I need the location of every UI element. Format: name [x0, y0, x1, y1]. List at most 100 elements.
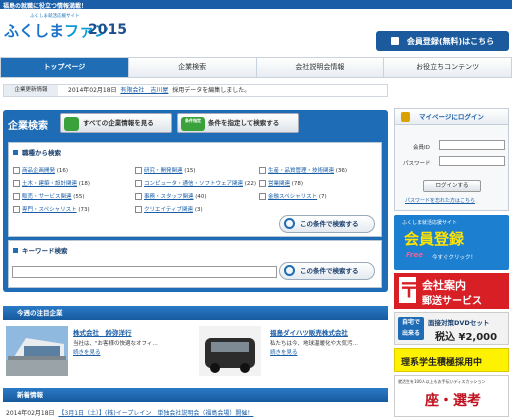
job-checkbox[interactable]: コンピュータ・通信・ソフトウェア関連 (22)	[135, 179, 256, 187]
job-link[interactable]: 商品企画開発	[22, 168, 55, 174]
banner-interview-dvd[interactable]: 自宅で出来る 面接対策DVDセット 税込 ¥2,000	[394, 312, 509, 345]
job-link[interactable]: クリエイティブ関連	[144, 207, 193, 213]
member-id-input[interactable]	[439, 140, 505, 150]
search-title: 企業検索	[8, 121, 48, 132]
nav-contents[interactable]: お役立ちコンテンツ	[384, 58, 511, 77]
global-nav: トップページ 企業検索 会社説明会情報 お役立ちコンテンツ	[0, 57, 512, 78]
job-checkbox[interactable]: 研究・開発関連 (15)	[135, 166, 196, 174]
read-more-link[interactable]: 続きを見る	[270, 348, 298, 356]
job-checkbox[interactable]: クリエイティブ関連 (3)	[135, 205, 203, 213]
job-count: (16)	[56, 168, 69, 174]
job-count: (3)	[194, 207, 203, 213]
banner-dvd-tag1: 自宅で	[401, 319, 420, 326]
job-checkbox[interactable]: 生産・品質管理・技術関連 (36)	[259, 166, 347, 174]
password-label: パスワード	[403, 161, 431, 167]
job-link[interactable]: 生産・品質管理・技術関連	[268, 168, 334, 174]
keyword-heading-text: キーワード検索	[22, 247, 68, 255]
nav-seminars[interactable]: 会社説明会情報	[257, 58, 385, 77]
featured-heading: 今週の注目企業	[17, 309, 63, 317]
job-checkbox[interactable]: 土木・建築・設計関連 (18)	[13, 179, 90, 187]
job-link[interactable]: 金融スペシャリスト	[268, 194, 317, 200]
top-bar: 福島の就職に役立つ情報満載！	[0, 0, 512, 10]
update-label: 企業更新情報	[4, 85, 58, 96]
logo-subtitle: ふくしま就活応援サイト	[30, 14, 80, 19]
member-id-label: 会員ID	[413, 145, 430, 151]
banner-member-registration[interactable]: ふくしま就活応援サイト 会員登録 Free 今すぐクリック！	[394, 215, 509, 270]
nav-company-search[interactable]: 企業検索	[129, 58, 257, 77]
list-icon	[64, 117, 79, 131]
job-count: (73)	[78, 207, 90, 213]
job-link[interactable]: 販売・サービス関連	[22, 194, 72, 200]
register-button[interactable]: 会員登録(無料)はこちら	[376, 31, 509, 51]
featured-company-title[interactable]: 株式会社 鈴弥洋行	[73, 327, 132, 337]
condition-badge-text: 条件指定	[185, 118, 201, 123]
conditional-search-button[interactable]: 条件指定 条件を指定して検索する	[177, 113, 299, 133]
job-link[interactable]: 土木・建築・設計関連	[22, 181, 77, 187]
update-company-link[interactable]: 有限会社 吉川屋	[120, 87, 168, 94]
login-button[interactable]: ログインする	[423, 180, 481, 192]
keyword-search-panel: キーワード検索 この条件で検索する	[8, 240, 382, 288]
forgot-password-link[interactable]: パスワードを忘れた方はこちら	[405, 197, 475, 204]
login-title: マイページにログイン	[419, 113, 484, 121]
banner-brochure-service[interactable]: 〒 会社案内 郵送サービス	[394, 273, 509, 309]
banner-dvd-tag2: 出来る	[401, 330, 420, 337]
job-link[interactable]: 営業関連	[268, 181, 290, 187]
banner-dvd-title: 面接対策DVDセット	[428, 319, 490, 327]
keyword-search-button[interactable]: この条件で検索する	[279, 262, 375, 280]
nav-top[interactable]: トップページ	[1, 58, 129, 77]
banner-discussion[interactable]: 就活生を100人以上もお手伝いディスカッション 座・選考	[394, 375, 509, 417]
job-count: (40)	[195, 194, 207, 200]
postal-mark-icon: 〒	[399, 277, 419, 303]
view-all-companies-button[interactable]: すべての企業情報を見る	[60, 113, 172, 133]
banner-discussion-main: 座・選考	[425, 393, 481, 409]
banner-science-text: 理系学生積極採用中	[401, 358, 483, 368]
job-count: (18)	[78, 181, 91, 187]
job-count: (15)	[184, 168, 196, 174]
news-heading: 新着情報	[17, 391, 43, 399]
view-all-label: すべての企業情報を見る	[83, 119, 154, 127]
search-icon	[284, 265, 295, 276]
banner-member-click: 今すぐクリック！	[432, 255, 477, 261]
job-link[interactable]: 事務・スタッフ関連	[144, 194, 194, 200]
login-box: マイページにログイン 会員ID パスワード ログインする パスワードを忘れた方は…	[394, 108, 509, 211]
read-more-link[interactable]: 続きを見る	[73, 348, 101, 356]
square-icon	[13, 150, 18, 155]
job-link[interactable]: 研究・開発関連	[144, 168, 183, 174]
job-search-heading-text: 職種から検索	[22, 149, 61, 157]
logo-text-a: ふくしま	[4, 22, 65, 40]
job-count: (22)	[244, 181, 257, 187]
news-heading-bar: 新着情報	[3, 388, 388, 402]
news-link[interactable]: 【3月1日（土）】(株)イープレイン 単独会社説明会（福島会場）開催！	[58, 410, 253, 417]
password-input[interactable]	[439, 156, 505, 166]
job-count: (78)	[291, 181, 304, 187]
square-icon	[13, 248, 18, 253]
job-checkbox[interactable]: 専門・スペシャリスト (73)	[13, 205, 90, 213]
lock-icon	[401, 112, 410, 122]
job-checkbox[interactable]: 商品企画開発 (16)	[13, 166, 68, 174]
job-checkbox[interactable]: 営業関連 (78)	[259, 179, 303, 187]
login-heading-bar: マイページにログイン	[395, 109, 508, 125]
news-item: 2014年02月18日 【3月1日（土）】(株)イープレイン 単独会社説明会（福…	[6, 408, 253, 417]
banner-dvd-price: 税込 ¥2,000	[435, 332, 498, 343]
company-photo[interactable]	[199, 326, 261, 376]
job-checkbox[interactable]: 販売・サービス関連 (55)	[13, 192, 85, 200]
condition-badge: 条件指定	[181, 117, 205, 131]
banner-science-students[interactable]: 理系学生積極採用中	[394, 348, 509, 372]
job-link[interactable]: コンピュータ・通信・ソフトウェア関連	[144, 181, 243, 187]
job-search-button[interactable]: この条件で検索する	[279, 215, 375, 233]
user-icon	[390, 37, 399, 45]
logo-year: 2015	[88, 22, 127, 38]
register-label: 会員登録(無料)はこちら	[406, 36, 495, 46]
featured-heading-bar: 今週の注目企業	[3, 306, 388, 320]
job-checkbox[interactable]: 事務・スタッフ関連 (40)	[135, 192, 207, 200]
company-update-bar: 企業更新情報 2014年02月18日 有限会社 吉川屋 採用データを編集しました…	[3, 84, 388, 97]
banner-member-main: 会員登録	[404, 230, 465, 248]
job-count: (7)	[318, 194, 327, 200]
job-search-heading: 職種から検索	[13, 147, 61, 157]
featured-company-title[interactable]: 福島ダイハツ販売株式会社	[270, 327, 348, 337]
banner-brochure-line2: 郵送サービス	[422, 296, 482, 307]
job-checkbox[interactable]: 金融スペシャリスト (7)	[259, 192, 327, 200]
job-link[interactable]: 専門・スペシャリスト	[22, 207, 77, 213]
keyword-input[interactable]	[12, 266, 277, 278]
company-photo[interactable]	[6, 326, 68, 376]
